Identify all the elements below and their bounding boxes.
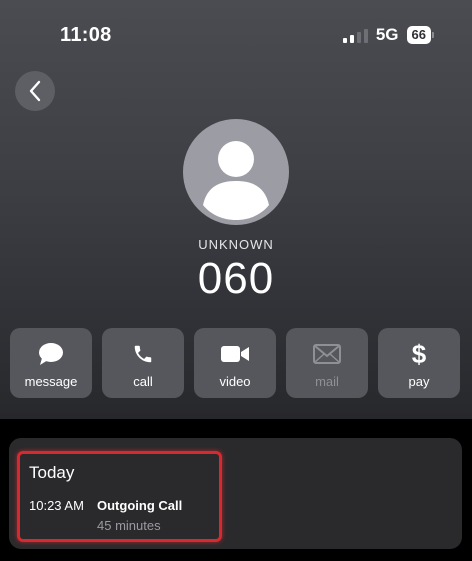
caller-number: 060 [197,254,275,303]
pay-label: pay [408,374,430,389]
call-duration: 45 minutes [97,518,161,533]
contact-header: 11:08 5G 66 UNKNOWN 060 message call vid… [0,0,472,419]
call-time: 10:23 AM [29,498,84,513]
status-time: 11:08 [60,24,112,46]
call-type: Outgoing Call [97,498,183,513]
message-bubble-icon [39,343,63,365]
chevron-left-icon [29,80,41,102]
svg-text:$: $ [412,340,427,368]
phone-icon [134,345,152,363]
message-label: message [24,374,78,389]
envelope-icon [313,344,341,364]
video-label: video [219,374,251,389]
battery-level: 66 [406,26,431,44]
call-button[interactable]: call [102,328,184,398]
message-button[interactable]: message [10,328,92,398]
contact-detail-screen: 11:08 5G 66 UNKNOWN 060 message call vid… [0,0,472,561]
history-date-heading: Today [29,463,75,482]
quick-actions: message call video mail $ pay [10,328,460,398]
video-button[interactable]: video [194,328,276,398]
caller-label: UNKNOWN [198,237,274,252]
mail-label: mail [315,374,339,389]
avatar [183,119,289,225]
call-label: call [133,374,153,389]
mail-button[interactable]: mail [286,328,368,398]
status-indicators: 5G 66 [342,25,434,45]
video-camera-icon [221,346,249,362]
dollar-icon: $ [412,340,427,368]
pay-button[interactable]: $ pay [378,328,460,398]
signal-icon [342,27,368,43]
back-button[interactable] [15,71,55,111]
person-silhouette-icon [203,141,269,220]
call-history-card: Today 10:23 AM Outgoing Call 45 minutes [9,438,462,549]
network-type: 5G [375,25,399,44]
battery-icon: 66 [406,26,434,44]
